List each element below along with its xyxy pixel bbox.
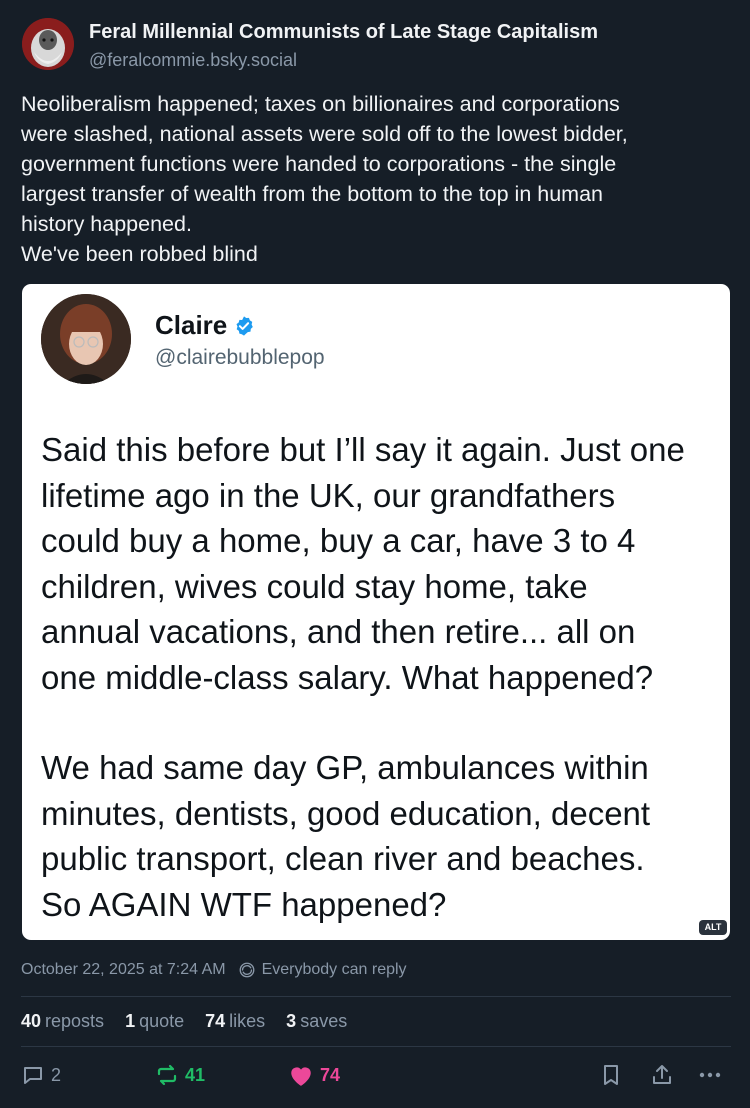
- more-options-button[interactable]: [697, 1063, 723, 1087]
- likes-label: likes: [229, 1011, 266, 1031]
- share-icon: [653, 1065, 671, 1084]
- divider: [21, 996, 731, 997]
- verified-badge-icon: [236, 315, 254, 336]
- post-stats: 40 reposts 1 quote 74 likes 3 saves: [21, 1011, 347, 1032]
- embed-text-line: We had same day GP, ambulances within: [41, 749, 649, 786]
- embedded-image[interactable]: Claire @clairebubblepop Said this before…: [22, 284, 730, 940]
- globe-reply-icon: [239, 962, 255, 978]
- embed-text-line: Said this before but I’ll say it again. …: [41, 431, 685, 468]
- bookmark-icon: [604, 1065, 618, 1085]
- heart-icon: [291, 1067, 311, 1086]
- timestamp[interactable]: October 22, 2025 at 7:24 AM: [21, 961, 226, 979]
- post-text-line: government functions were handed to corp…: [21, 152, 617, 176]
- reply-count: 2: [51, 1064, 62, 1085]
- saves-label: saves: [300, 1011, 348, 1031]
- likes-count: 74: [205, 1011, 226, 1031]
- repost-count: 41: [185, 1064, 206, 1085]
- like-button[interactable]: 74: [288, 1063, 340, 1087]
- saves-stat[interactable]: 3 saves: [286, 1011, 347, 1032]
- post-text: Neoliberalism happened; taxes on billion…: [21, 89, 731, 269]
- reposts-stat[interactable]: 40 reposts: [21, 1011, 104, 1032]
- embed-text: Said this before but I’ll say it again. …: [41, 427, 721, 927]
- post-meta: October 22, 2025 at 7:24 AM Everybody ca…: [21, 961, 407, 979]
- embed-text-line: public transport, clean river and beache…: [41, 840, 645, 877]
- reposts-count: 40: [21, 1011, 42, 1031]
- embed-text-line: annual vacations, and then retire... all…: [41, 613, 636, 650]
- quotes-label: quote: [139, 1011, 185, 1031]
- more-icon: [699, 1072, 721, 1078]
- embed-text-line: So AGAIN WTF happened?: [41, 885, 447, 923]
- embed-author-handle: @clairebubblepop: [155, 346, 325, 369]
- embed-avatar: [41, 294, 131, 384]
- post-text-line: Neoliberalism happened; taxes on billion…: [21, 92, 620, 116]
- embed-text-line: children, wives could stay home, take: [41, 567, 588, 605]
- avatar-portrait: [41, 294, 131, 384]
- embed-text-line: lifetime ago in the UK, our grandfathers: [41, 476, 616, 514]
- embed-name-text: Claire: [155, 310, 228, 340]
- embed-author-name: Claire: [155, 310, 255, 341]
- avatar-portrait: [22, 18, 74, 70]
- share-button[interactable]: [650, 1063, 674, 1087]
- saves-count: 3: [286, 1011, 297, 1031]
- alt-text-badge[interactable]: ALT: [699, 920, 727, 935]
- post-text-line: largest transfer of wealth from the bott…: [21, 182, 604, 206]
- embed-text-line: minutes, dentists, good education, decen…: [41, 794, 651, 832]
- quotes-stat[interactable]: 1 quote: [125, 1011, 184, 1032]
- author-name[interactable]: Feral Millennial Communists of Late Stag…: [89, 21, 598, 44]
- likes-stat[interactable]: 74 likes: [205, 1011, 265, 1032]
- embed-text-line: could buy a home, buy a car, have 3 to 4: [41, 522, 636, 559]
- post-text-line: were slashed, national assets were sold …: [21, 122, 628, 146]
- reply-setting[interactable]: Everybody can reply: [238, 961, 407, 979]
- bookmark-button[interactable]: [600, 1063, 622, 1087]
- like-count: 74: [320, 1064, 341, 1085]
- reply-icon: [24, 1067, 42, 1084]
- embed-text-line: one middle-class salary. What happened?: [41, 658, 654, 696]
- post-text-line: history happened.: [21, 212, 192, 236]
- author-handle[interactable]: @feralcommie.bsky.social: [89, 50, 297, 71]
- repost-button[interactable]: 41: [155, 1063, 205, 1087]
- reply-button[interactable]: 2: [21, 1063, 61, 1087]
- quotes-count: 1: [125, 1011, 136, 1031]
- reply-setting-label: Everybody can reply: [261, 961, 407, 978]
- post-text-line: We've been robbed blind: [21, 242, 258, 266]
- repost-icon: [157, 1064, 177, 1086]
- divider: [21, 1046, 731, 1047]
- action-bar: 2 41 74: [0, 1063, 750, 1091]
- reposts-label: reposts: [45, 1011, 105, 1031]
- author-avatar[interactable]: [22, 18, 74, 70]
